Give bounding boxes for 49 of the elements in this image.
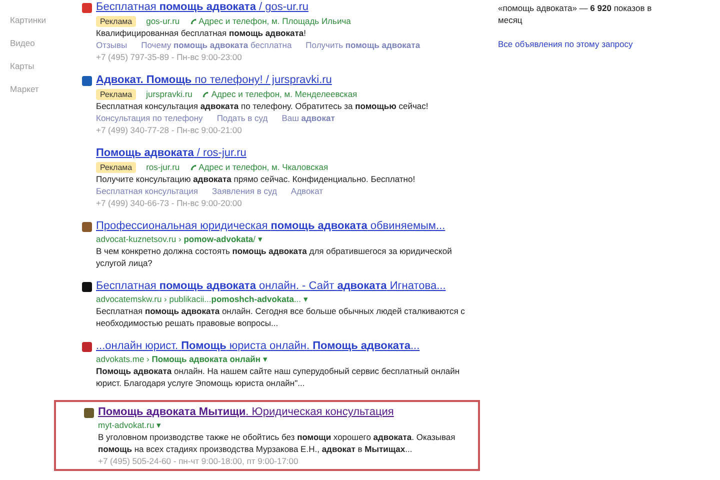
- result-url[interactable]: advocat-kuznetsov.ru › pomow-advokata/ ▾: [96, 233, 480, 245]
- ad-badge: Реклама: [96, 16, 136, 26]
- result-title-link[interactable]: Адвокат. Помощь по телефону! / jurspravki.ru: [96, 74, 332, 86]
- nav-link[interactable]: Видео: [10, 37, 35, 49]
- nav-link[interactable]: Карты: [10, 60, 34, 72]
- sitelink[interactable]: Отзывы: [96, 39, 128, 51]
- result-snippet: Квалифицированная бесплатная помощь адвоката!: [96, 27, 307, 39]
- contact-info: +7 (499) 340-77-28 - Пн-вс 9:00-21:00: [96, 124, 243, 136]
- all-ads-link[interactable]: Все объявления по этому запросу: [498, 38, 633, 50]
- result-snippet: В уголовном производстве также не обойтись без помощи хорошего адвоката. Оказывая помощь на всех стадиях производства Мурзакова Е.Н., адвокат в Мытищах...: [98, 431, 456, 455]
- address-link[interactable]: Адрес и телефон, м. Чкаловская: [198, 161, 328, 173]
- sitelink[interactable]: Получить помощь адвоката: [306, 39, 420, 51]
- result-title-link[interactable]: Бесплатная помощь адвоката / gos-ur.ru: [96, 1, 309, 13]
- sitelink[interactable]: Почему помощь адвоката бесплатна: [141, 39, 292, 51]
- result-title-link[interactable]: Помощь адвоката Мытищи. Юридическая консультация: [98, 406, 394, 418]
- result-title-link[interactable]: ...онлайн юрист. Помощь юриста онлайн. Помощь адвоката...: [96, 340, 420, 352]
- impressions-stats: «помощь адвоката» — 6 920 показов в месяц: [498, 2, 653, 26]
- ad-domain[interactable]: gos-ur.ru: [146, 15, 180, 27]
- sitelink[interactable]: Заявления в суд: [212, 185, 277, 197]
- ad-badge: Реклама: [96, 162, 136, 172]
- sitelink[interactable]: Подать в суд: [216, 112, 268, 124]
- sitelink[interactable]: Консультация по телефону: [96, 112, 203, 124]
- nav-link[interactable]: Маркет: [10, 83, 39, 95]
- ad-domain[interactable]: ros-jur.ru: [146, 161, 180, 173]
- ad-badge: Реклама: [96, 88, 136, 100]
- result-snippet: Помощь адвоката онлайн. На нашем сайте наш суперудобный сервис бесплатный онлайн юрист. Благодаря услуге Эпомощь юриста онлайн"...: [96, 365, 461, 389]
- handset-icon: [202, 90, 210, 98]
- sitelink[interactable]: Адвокат: [290, 185, 324, 197]
- result-snippet: Бесплатная консультация адвоката по телефону. Обратитесь за помощью сейчас!: [96, 100, 430, 112]
- ad-domain[interactable]: jurspravki.ru: [146, 88, 192, 100]
- result-snippet: Получите консультацию адвоката прямо сейчас. Конфиденциально. Бесплатно!: [96, 173, 416, 185]
- sitelink[interactable]: Ваш адвокат: [282, 112, 335, 124]
- result-title-link[interactable]: Профессиональная юридическая помощь адвоката обвиняемым...: [96, 220, 446, 232]
- contact-info: +7 (495) 797-35-89 - Пн-вс 9:00-23:00: [96, 51, 243, 63]
- result-title-link[interactable]: Помощь адвоката / ros-jur.ru: [96, 147, 246, 159]
- sitelink[interactable]: Бесплатная консультация: [96, 185, 198, 197]
- nav-link[interactable]: Картинки: [10, 14, 46, 26]
- handset-icon: [190, 164, 197, 170]
- contact-info: +7 (499) 340-66-73 - Пн-вс 9:00-20:00: [96, 197, 243, 209]
- result-snippet: Бесплатная помощь адвоката онлайн. Сегодня все больше обычных людей сталкиваются с необходимостью решать правовые вопросы...: [96, 305, 466, 329]
- result-url[interactable]: advokats.me › Помощь адвоката онлайн ▾: [96, 353, 480, 365]
- address-link[interactable]: Адрес и телефон, м. Площадь Ильича: [198, 15, 351, 27]
- contact-info: +7 (495) 505-24-60 - пн-чт 9:00-18:00, пт 9:00-17:00: [98, 455, 300, 467]
- result-snippet: В чем конкретно должна состоять помощь адвоката для обратившегося за юридической услугой лица?: [96, 245, 453, 269]
- result-url[interactable]: advocatemskw.ru › publikacii...pomoshch-advokata... ▾: [96, 293, 480, 305]
- handset-icon: [190, 18, 197, 24]
- address-link[interactable]: Адрес и телефон, м. Менделеевская: [211, 88, 358, 100]
- result-title-link[interactable]: Бесплатная помощь адвоката онлайн. - Сайт адвоката Игнатова...: [96, 280, 446, 292]
- result-url[interactable]: myt-advokat.ru ▾: [98, 419, 478, 431]
